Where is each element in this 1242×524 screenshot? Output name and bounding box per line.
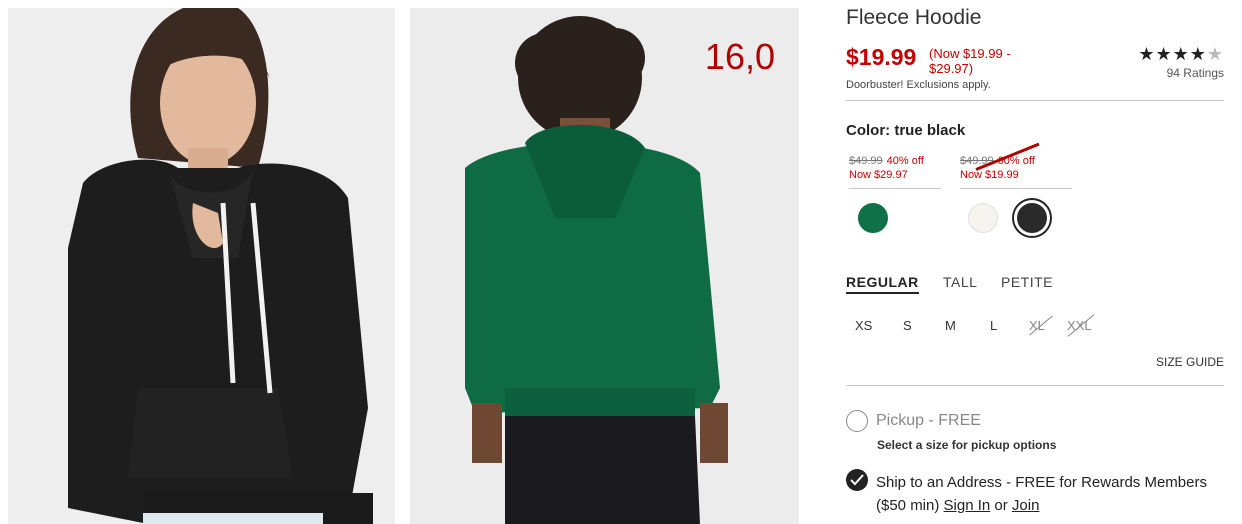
ship-text: Ship to an Address - FREE for Rewards Me… — [876, 474, 1207, 514]
product-panel: Fleece Hoodie $19.99 (Now $19.99 - $29.9… — [846, 0, 1224, 524]
price-group-1: $49.99 40% off Now $29.97 — [849, 154, 941, 189]
pickup-radio[interactable] — [846, 410, 868, 432]
now-price: Now $29.97 — [849, 169, 908, 181]
old-price: $49.99 — [849, 155, 883, 167]
doorbuster-note: Doorbuster! Exclusions apply. — [846, 79, 991, 91]
join-link[interactable]: Join — [1012, 497, 1040, 514]
model-photo-black-hoodie — [8, 8, 395, 524]
star-rating-icon: ★★★★★ — [1138, 44, 1224, 64]
divider — [846, 385, 1224, 386]
product-photo-front[interactable] — [8, 8, 395, 524]
pickup-note: Select a size for pickup options — [877, 438, 1057, 452]
swatch-green[interactable] — [858, 203, 888, 233]
sale-price: $19.99 — [846, 44, 917, 70]
check-icon — [850, 474, 864, 486]
pickup-label: Pickup - FREE — [876, 412, 981, 429]
tab-petite[interactable]: PETITE — [1001, 274, 1053, 290]
size-xs[interactable]: XS — [855, 318, 872, 333]
tab-regular[interactable]: REGULAR — [846, 274, 919, 294]
size-guide-link[interactable]: SIZE GUIDE — [1156, 355, 1224, 369]
ship-label: Ship to an Address - FREE for Rewards Me… — [876, 471, 1216, 517]
size-xxl[interactable]: XXL — [1067, 314, 1095, 337]
ship-radio[interactable] — [846, 469, 868, 491]
price-group-2: $49.99 60% off Now $19.99 — [960, 142, 1072, 189]
swatch-true-black[interactable] — [1014, 200, 1050, 236]
size-label: XL — [1029, 318, 1045, 333]
size-l[interactable]: L — [990, 318, 997, 333]
product-photo-back[interactable]: 16,0 — [410, 8, 799, 524]
product-title: Fleece Hoodie — [846, 6, 982, 29]
sign-in-link[interactable]: Sign In — [944, 497, 991, 514]
now-price: Now $19.99 — [960, 169, 1019, 181]
tab-tall[interactable]: TALL — [943, 274, 977, 290]
rating-count: 94 Ratings — [1166, 66, 1224, 80]
image-overlay-text: 16,0 — [704, 36, 775, 77]
percent-off: 40% off — [886, 155, 924, 167]
divider — [846, 100, 1224, 101]
size-xl[interactable]: XL — [1029, 315, 1053, 336]
model-photo-green-hoodie-back — [410, 8, 799, 524]
color-label: Color: true black — [846, 122, 966, 139]
swatch-white[interactable] — [968, 203, 998, 233]
rating[interactable]: ★★★★★ 94 Ratings — [1138, 44, 1224, 80]
size-m[interactable]: M — [945, 318, 956, 333]
price-range: (Now $19.99 - $29.97) — [929, 46, 1011, 76]
size-s[interactable]: S — [903, 318, 912, 333]
or-text: or — [994, 497, 1008, 514]
